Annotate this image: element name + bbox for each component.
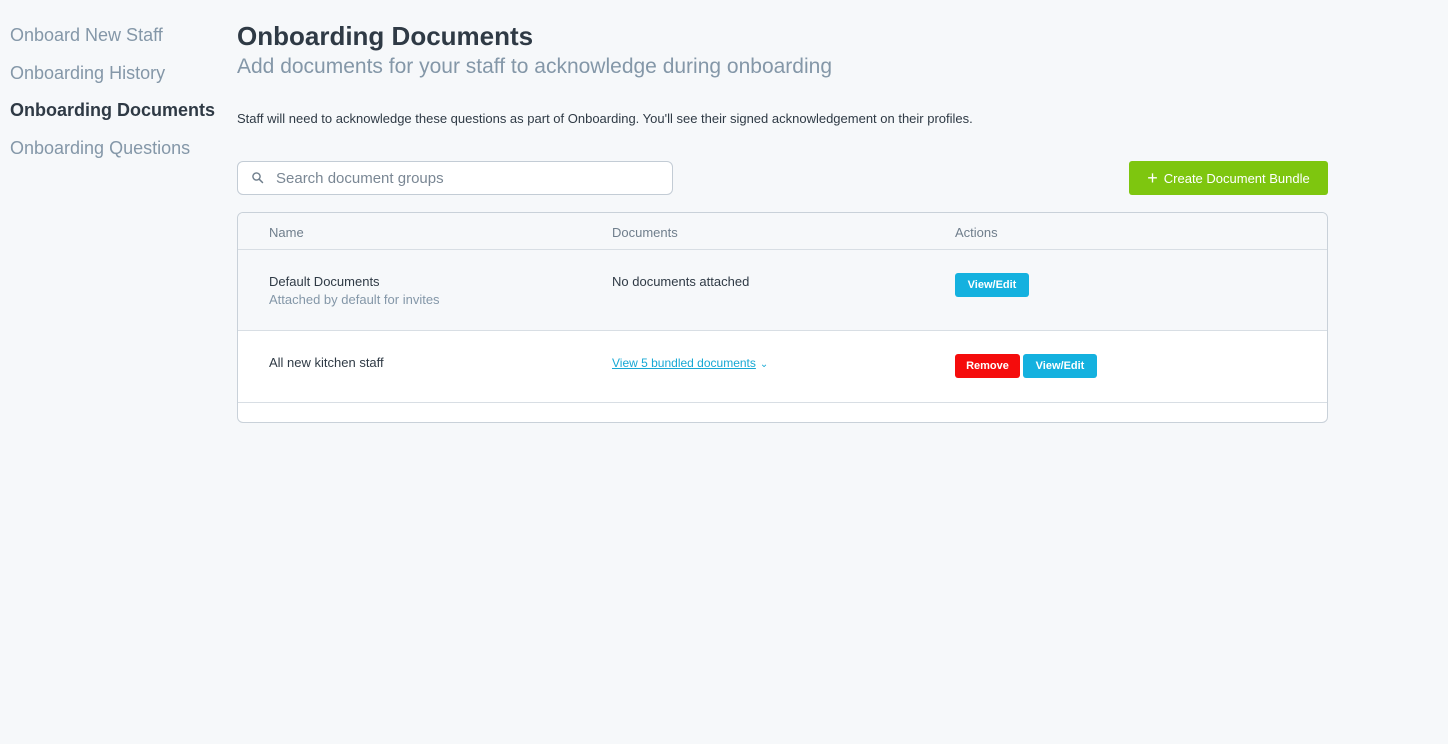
sidebar-item-onboarding-history[interactable]: Onboarding History — [10, 60, 210, 98]
search-box[interactable] — [237, 161, 673, 195]
row-documents-cell: View 5 bundled documents ⌄ — [612, 355, 768, 370]
main-content: Onboarding Documents Add documents for y… — [237, 20, 1328, 423]
search-icon — [251, 171, 265, 185]
table-header: Name Documents Actions — [238, 213, 1327, 250]
column-header-documents: Documents — [612, 225, 678, 240]
row-name-cell: Default Documents Attached by default fo… — [269, 274, 440, 307]
search-input[interactable] — [276, 169, 656, 187]
column-header-actions: Actions — [955, 225, 998, 240]
document-groups-table: Name Documents Actions Default Documents… — [237, 212, 1328, 423]
row-name: All new kitchen staff — [269, 355, 384, 370]
page-subtitle: Add documents for your staff to acknowle… — [237, 55, 832, 78]
create-document-bundle-label: Create Document Bundle — [1163, 170, 1310, 186]
view-edit-button[interactable]: View/Edit — [955, 273, 1029, 297]
table-row: All new kitchen staff View 5 bundled doc… — [238, 331, 1327, 403]
page-description: Staff will need to acknowledge these que… — [237, 111, 973, 126]
table-row: Default Documents Attached by default fo… — [238, 250, 1327, 331]
remove-button[interactable]: Remove — [955, 354, 1020, 378]
chevron-down-icon[interactable]: ⌄ — [760, 359, 768, 370]
sidebar-item-onboard-new-staff[interactable]: Onboard New Staff — [10, 22, 210, 60]
row-subtitle: Attached by default for invites — [269, 292, 440, 307]
create-document-bundle-button[interactable]: + Create Document Bundle — [1129, 161, 1328, 195]
toolbar: + Create Document Bundle — [237, 161, 1328, 197]
column-header-name: Name — [269, 225, 304, 240]
sidebar-nav: Onboard New Staff Onboarding History Onb… — [10, 22, 215, 173]
row-documents: No documents attached — [612, 274, 750, 289]
plus-icon: + — [1147, 168, 1158, 188]
view-edit-button[interactable]: View/Edit — [1023, 354, 1097, 378]
page-title: Onboarding Documents — [237, 21, 534, 51]
sidebar-item-onboarding-questions[interactable]: Onboarding Questions — [10, 135, 210, 173]
sidebar-item-onboarding-documents[interactable]: Onboarding Documents — [10, 97, 215, 135]
view-bundled-documents-link[interactable]: View 5 bundled documents — [612, 356, 756, 370]
row-name: Default Documents — [269, 274, 380, 289]
